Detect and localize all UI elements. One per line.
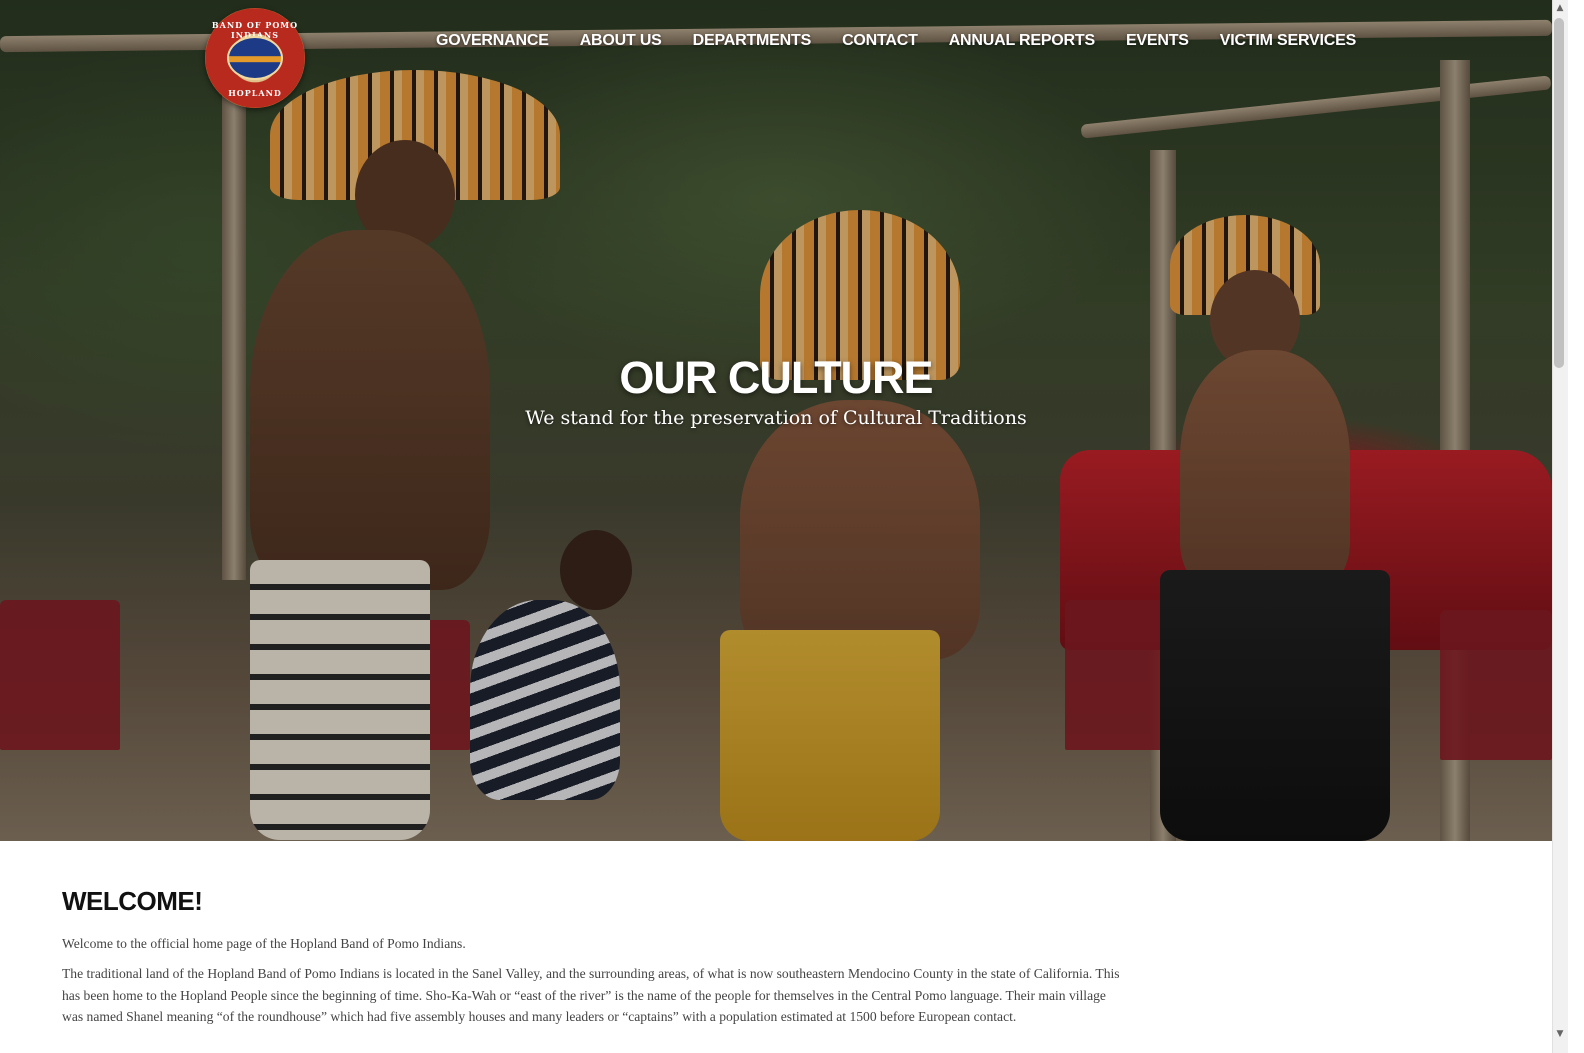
nav-events[interactable]: EVENTS — [1126, 30, 1189, 52]
main-nav: GOVERNANCE ABOUT US DEPARTMENTS CONTACT … — [436, 30, 1387, 52]
site-logo[interactable]: BAND OF POMO INDIANS HOPLAND — [205, 8, 305, 108]
nav-victim-services[interactable]: VICTIM SERVICES — [1220, 30, 1356, 52]
hero-title: OUR CULTURE — [619, 352, 933, 403]
nav-governance[interactable]: GOVERNANCE — [436, 30, 549, 52]
welcome-heading: WELCOME! — [62, 886, 203, 916]
welcome-intro-paragraph: Welcome to the official home page of the… — [62, 936, 466, 951]
nav-about-us[interactable]: ABOUT US — [580, 30, 662, 52]
history-paragraph: The traditional land of the Hopland Band… — [62, 966, 1120, 1024]
scrollbar-thumb[interactable] — [1554, 18, 1564, 368]
logo-emblem-icon — [227, 36, 283, 80]
logo-ring-text-bottom: HOPLAND — [228, 88, 282, 98]
nav-contact[interactable]: CONTACT — [842, 30, 918, 52]
hero-subtitle: We stand for the preservation of Cultura… — [525, 407, 1027, 429]
nav-departments[interactable]: DEPARTMENTS — [693, 30, 812, 52]
welcome-section: WELCOME! Welcome to the official home pa… — [62, 886, 1122, 1027]
scroll-up-arrow-icon[interactable]: ▲ — [1555, 3, 1565, 13]
nav-annual-reports[interactable]: ANNUAL REPORTS — [949, 30, 1095, 52]
window-edge — [1568, 0, 1584, 1053]
scroll-down-arrow-icon[interactable]: ▼ — [1555, 1029, 1565, 1039]
